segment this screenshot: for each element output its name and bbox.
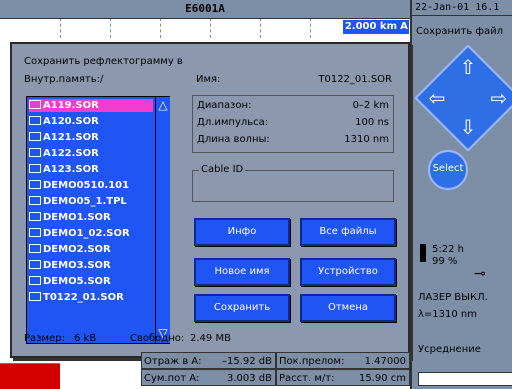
list-item[interactable]: A120.SOR (29, 115, 153, 128)
folder-icon (29, 244, 41, 253)
battery-percent: 99 % (432, 256, 458, 267)
arrow-left-icon[interactable]: ⇦ (428, 88, 446, 108)
list-item[interactable]: DEMO05_1.TPL (29, 195, 153, 208)
free-label: Свободно: (130, 333, 185, 344)
grid-line (260, 18, 261, 38)
grid-line (210, 18, 211, 38)
list-item[interactable]: DEMO3.SOR (29, 259, 153, 272)
wavelength: λ=1310 nm (418, 309, 478, 320)
all-files-button[interactable]: Все файлы (300, 218, 396, 246)
list-item[interactable]: DEMO0510.101 (29, 179, 153, 192)
distance-readout: 2.000 km (343, 20, 399, 34)
save-dialog: Сохранить рефлектограмму в Внутр.память:… (10, 42, 410, 358)
list-item[interactable]: A121.SOR (29, 131, 153, 144)
title-bar: E6001A (0, 0, 410, 19)
free-value: 2.49 MB (190, 333, 231, 344)
wavelength-label: Длина волны: (197, 134, 270, 145)
list-item[interactable]: A123.SOR (29, 163, 153, 176)
folder-icon (29, 100, 41, 109)
folder-icon (29, 132, 41, 141)
scrollbar[interactable]: △ ▽ (155, 97, 170, 343)
trace-info-box: Диапазон: 0–2 km Дл.импульса: 100 ns Дли… (192, 95, 394, 153)
power-plug-icon: ⊸ (474, 266, 486, 282)
pulse-value: 100 ns (355, 117, 389, 128)
cable-id-field[interactable]: Cable ID (192, 164, 394, 202)
averaging-label: Усреднение (418, 344, 481, 355)
folder-icon (29, 228, 41, 237)
refractive-index-readout: Пок.прелом: 1.47000 (276, 352, 410, 369)
cancel-button[interactable]: Отмена (300, 294, 396, 322)
battery-icon (420, 244, 426, 262)
save-button[interactable]: Сохранить (194, 294, 290, 322)
grid-line (310, 18, 311, 38)
folder-icon (29, 212, 41, 221)
list-item[interactable]: DEMO5.SOR (29, 275, 153, 288)
folder-icon (29, 180, 41, 189)
folder-icon (29, 260, 41, 269)
list-item[interactable]: T0122_01.SOR (29, 291, 153, 304)
list-item[interactable]: DEMO1_02.SOR (29, 227, 153, 240)
name-label: Имя: (196, 74, 221, 85)
marker-a-label: A (399, 20, 409, 34)
folder-icon (29, 196, 41, 205)
location-label: Внутр.память:/ (24, 74, 104, 85)
folder-icon (29, 164, 41, 173)
save-file-title: Сохранить файл (416, 26, 503, 37)
file-list[interactable]: A119.SOR A120.SOR A121.SOR A122.SOR A123… (26, 96, 170, 344)
size-label: Размер: (24, 333, 65, 344)
grid-line (110, 18, 111, 38)
arrow-up-icon[interactable]: ⇧ (459, 57, 477, 77)
list-item[interactable]: DEMO1.SOR (29, 211, 153, 224)
size-value: 6 kB (74, 333, 97, 344)
battery-time: 5:22 h (432, 244, 464, 255)
folder-icon (29, 148, 41, 157)
wavelength-value: 1310 nm (344, 134, 389, 145)
marker-distance-readout: Расст. м/т: 15.90 cm (276, 369, 410, 386)
scroll-up-icon[interactable]: △ (157, 99, 169, 111)
dialog-title: Сохранить рефлектограмму в (24, 56, 183, 67)
folder-icon (29, 276, 41, 285)
window-title: E6001A (185, 2, 225, 15)
name-value: T0122_01.SOR (318, 74, 392, 85)
pulse-label: Дл.импульса: (197, 117, 269, 128)
total-loss-readout: Сум.пот A: 3.003 dB (141, 369, 276, 386)
list-item[interactable]: DEMO2.SOR (29, 243, 153, 256)
laser-status: ЛАЗЕР ВЫКЛ. (418, 292, 488, 303)
range-value: 0–2 km (352, 100, 389, 111)
folder-icon (29, 292, 41, 301)
folder-icon (29, 116, 41, 125)
reflection-readout: Отраж в A: –15.92 dB (141, 352, 276, 369)
cable-id-label: Cable ID (199, 164, 246, 175)
select-button[interactable]: Select (428, 150, 468, 190)
date-time: 22-Jan-01 16.1 (412, 0, 512, 16)
device-button[interactable]: Устройство (300, 258, 396, 286)
range-label: Диапазон: (197, 100, 252, 111)
list-item[interactable]: A119.SOR (29, 99, 153, 112)
averaging-progress (418, 372, 512, 386)
arrow-right-icon[interactable]: ⇨ (490, 88, 508, 108)
info-button[interactable]: Инфо (194, 218, 290, 246)
right-panel: 22-Jan-01 16.1 Сохранить файл ⇧ ⇩ ⇦ ⇨ Se… (410, 0, 512, 389)
grid-line (60, 18, 61, 38)
grid-line (160, 18, 161, 38)
new-name-button[interactable]: Новое имя (194, 258, 290, 286)
arrow-down-icon[interactable]: ⇩ (459, 117, 477, 137)
list-item[interactable]: A122.SOR (29, 147, 153, 160)
